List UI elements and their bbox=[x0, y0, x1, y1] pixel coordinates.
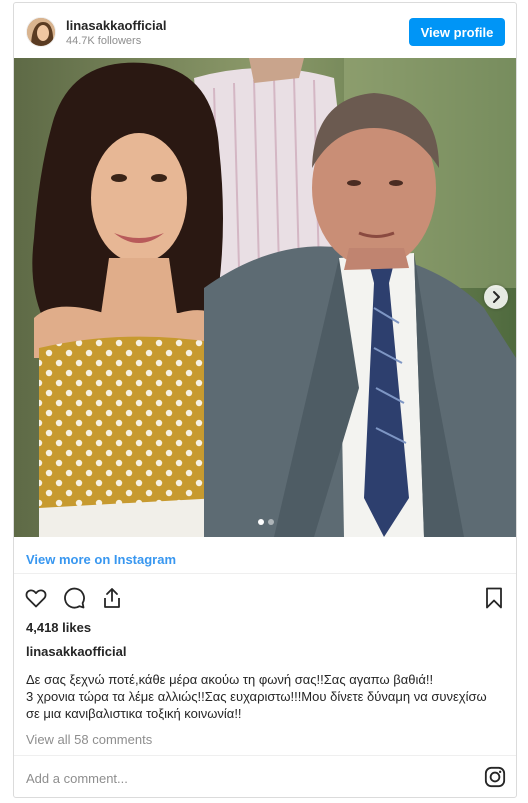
instagram-embed-card: linasakkaofficial 44.7K followers View p… bbox=[13, 2, 517, 798]
carousel-dot bbox=[268, 519, 274, 525]
username[interactable]: linasakkaofficial bbox=[66, 18, 166, 33]
caption-line: Δε σας ξεχνώ ποτέ,κάθε μέρα ακούω τη φων… bbox=[26, 672, 434, 687]
caption-line: σε μια κανιβαλιστικα τοξική κοινωνία!! bbox=[26, 706, 242, 721]
follower-count: 44.7K followers bbox=[66, 35, 142, 47]
divider bbox=[14, 573, 516, 574]
post-image[interactable] bbox=[14, 58, 516, 537]
view-comments-link[interactable]: View all 58 comments bbox=[26, 732, 152, 747]
view-more-link[interactable]: View more on Instagram bbox=[26, 552, 176, 567]
divider bbox=[14, 755, 516, 756]
like-count[interactable]: 4,418 likes bbox=[26, 620, 91, 635]
heart-icon[interactable] bbox=[24, 586, 48, 610]
post-actions bbox=[24, 586, 124, 610]
carousel-indicator bbox=[258, 519, 274, 525]
caption-line: 3 χρονια τώρα τα λέμε αλλιώς!!Σας ευχαρι… bbox=[26, 689, 487, 704]
chevron-right-icon bbox=[493, 291, 500, 303]
caption-username[interactable]: linasakkaofficial bbox=[26, 644, 126, 659]
add-comment-input[interactable]: Add a comment... bbox=[26, 771, 128, 786]
instagram-icon[interactable] bbox=[484, 766, 506, 788]
bookmark-icon[interactable] bbox=[482, 586, 506, 610]
share-icon[interactable] bbox=[100, 586, 124, 610]
view-profile-button[interactable]: View profile bbox=[409, 18, 505, 46]
avatar[interactable] bbox=[26, 17, 56, 47]
comment-icon[interactable] bbox=[62, 586, 86, 610]
carousel-dot-active bbox=[258, 519, 264, 525]
post-header: linasakkaofficial 44.7K followers View p… bbox=[14, 3, 516, 59]
next-image-button[interactable] bbox=[484, 285, 508, 309]
avatar-image bbox=[27, 18, 55, 46]
photo-illustration bbox=[14, 58, 516, 537]
caption-text: Δε σας ξεχνώ ποτέ,κάθε μέρα ακούω τη φων… bbox=[26, 671, 510, 722]
